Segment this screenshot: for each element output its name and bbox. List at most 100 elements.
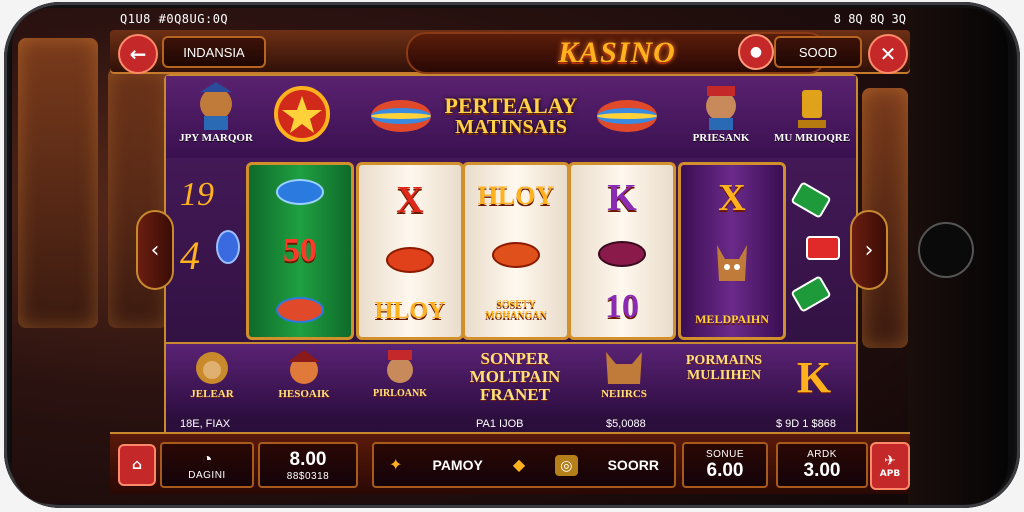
bottom-symbol-label: PIRLOANK (373, 388, 427, 399)
action-panel: ✦ PAMOY ◆ ◎ SOORR (372, 442, 676, 488)
bottom-symbol-pirloank: PIRLOANK (358, 348, 442, 399)
bottom-symbol-pormains: PORMAINS MULIIHEN (674, 353, 774, 383)
next-game-button[interactable]: › (850, 210, 888, 290)
speaker-icon: ● (749, 44, 763, 60)
red-gem-icon (276, 297, 324, 324)
bottom-symbol-strip: JELEAR HESOAIK PIRLOANK SONPER MOLTPAIN … (166, 342, 856, 416)
bottom-symbol-label: JELEAR (190, 388, 234, 400)
value-text: 18E, FIAX (180, 418, 231, 430)
paytable-icon: ✦ (389, 457, 403, 474)
bonus-value: 6.00 (706, 459, 744, 481)
red-gem-icon (386, 246, 434, 273)
status-right-text: 8 8Q 8Q 3Q (833, 12, 906, 26)
reel-4: K 10 (568, 162, 676, 340)
star-medallion-icon (274, 86, 330, 142)
reel-symbol: SOSETY MOHANGAN (485, 299, 547, 322)
fox-character-icon (606, 352, 642, 384)
paytable-button[interactable]: PAMOY (433, 457, 483, 473)
title-line-1: PERTEALAY (444, 92, 578, 118)
sound-icon-button[interactable]: ● (738, 34, 774, 70)
bottom-symbol-k: K (784, 352, 844, 403)
green-chip-icon (790, 181, 832, 219)
bottom-symbol-featured-title: SONPER MOLTPAIN FRANET (450, 350, 580, 404)
top-symbol-label: MU MRIOQRE (773, 132, 851, 144)
close-button[interactable]: ✕ (868, 34, 908, 74)
home-button[interactable] (918, 222, 974, 278)
bet-amount-box[interactable]: 8.00 88$0318 (258, 442, 358, 488)
sound-label: SOOD (798, 44, 838, 60)
home-icon: ⌂ (131, 457, 143, 473)
app-label: APB (879, 469, 901, 479)
purple-gem-icon (598, 240, 646, 267)
top-symbol-label: PRIESANK (692, 132, 750, 144)
reel-symbol: 10 (605, 288, 639, 326)
red-chip-icon (806, 236, 840, 260)
home-menu-button[interactable]: ⌂ (118, 444, 156, 486)
previous-game-button[interactable]: ‹ (136, 210, 174, 290)
title-line-2: MATINSAIS (455, 116, 567, 139)
green-chip-icon (790, 275, 832, 313)
background-slot-machine-left (18, 38, 98, 328)
bottom-symbol-label: NEIIRCS (601, 388, 647, 400)
golden-trophy-icon (798, 90, 826, 128)
reel-3: HLOY SOSETY MOHANGAN (462, 162, 570, 340)
win-value: 3.00 (803, 459, 841, 481)
lion-character-icon (196, 352, 228, 384)
bonus-box: SONUE 6.00 (682, 442, 768, 488)
score-button[interactable]: SOORR (608, 457, 659, 473)
game-logo: KASINO (558, 36, 676, 69)
reel-symbol: K (607, 176, 637, 219)
top-symbol-row: JPY MARQOR PERTEALAY MATINSAIS PRIESANK … (166, 76, 856, 158)
queen-character-icon (387, 350, 413, 383)
value-text: $5,0088 (606, 418, 646, 430)
region-selector[interactable]: INDANSIA (162, 36, 266, 68)
back-arrow-icon: ← (129, 42, 147, 66)
top-symbol-mu-mrioqre: MU MRIOQRE (772, 86, 852, 144)
top-symbol-candy-2 (590, 96, 664, 136)
app-button[interactable]: ✈ APB (870, 442, 910, 490)
blue-gem-icon (276, 178, 324, 205)
values-row: 18E, FIAX PA1 IJOB $5,0088 $ 9D 1 $868 (166, 414, 856, 434)
top-bar: ← INDANSIA KASINO ● SOOD ✕ (110, 30, 910, 74)
sound-toggle[interactable]: SOOD (774, 36, 862, 68)
game-title-banner: PERTEALAY MATINSAIS (436, 84, 586, 148)
paytable-value: 19 (180, 176, 214, 213)
top-symbol-jpy-marqor: JPY MARQOR (176, 82, 256, 144)
spin-arrows-icon[interactable]: ◆ (513, 455, 525, 475)
back-button[interactable]: ← (118, 34, 158, 74)
reel-symbol: MELDPAIHN (695, 311, 769, 326)
region-label: INDANSIA (183, 44, 245, 60)
win-label: ARDK (807, 448, 837, 460)
pharaoh-character-icon (706, 86, 736, 130)
bonus-label: SONUE (705, 448, 745, 460)
reel-symbol: HLOY (374, 297, 446, 324)
status-bar: Q1U8 #0Q8UG:0Q 8 8Q 8Q 3Q (120, 10, 906, 30)
bottom-symbol-label: K (796, 353, 832, 402)
striped-candy-icon (371, 100, 431, 132)
top-symbol-label: JPY MARQOR (179, 132, 253, 144)
machine-selector[interactable]: ◔ DAGINI (160, 442, 254, 488)
control-bar: ⌂ ◔ DAGINI 8.00 88$0318 ✦ PAMOY ◆ ◎ SOOR… (110, 432, 910, 494)
close-icon: ✕ (879, 42, 897, 66)
reel-5: X MELDPAIHN (678, 162, 786, 340)
chevron-left-icon: ‹ (150, 237, 160, 263)
reel-symbol: 50 (283, 231, 317, 269)
score-icon: ◎ (555, 454, 578, 476)
top-symbol-star-medallion (274, 86, 330, 142)
chevron-right-icon: › (864, 237, 874, 263)
reel-symbol: X (396, 178, 424, 221)
knight-character-icon (288, 350, 320, 384)
featured-title-label: SONPER MOLTPAIN FRANET (469, 349, 561, 404)
top-symbol-priesank: PRIESANK (676, 82, 766, 144)
win-box: ARDK 3.00 (776, 442, 868, 488)
bottom-symbol-jelear: JELEAR (172, 348, 252, 400)
bottom-symbol-label: PORMAINS MULIIHEN (685, 353, 763, 383)
left-paytable: 19 4 (180, 176, 240, 326)
bet-amount-value: 8.00 (289, 448, 327, 470)
app-icon: ✈ (884, 453, 896, 469)
machine-label: DAGINI (188, 470, 226, 481)
value-text: $ 9D 1 $868 (776, 418, 836, 430)
bottom-symbol-neiircs: NEIIRCS (576, 348, 672, 400)
slot-game-panel: JPY MARQOR PERTEALAY MATINSAIS PRIESANK … (164, 74, 858, 438)
reel-symbol: X (718, 176, 746, 219)
